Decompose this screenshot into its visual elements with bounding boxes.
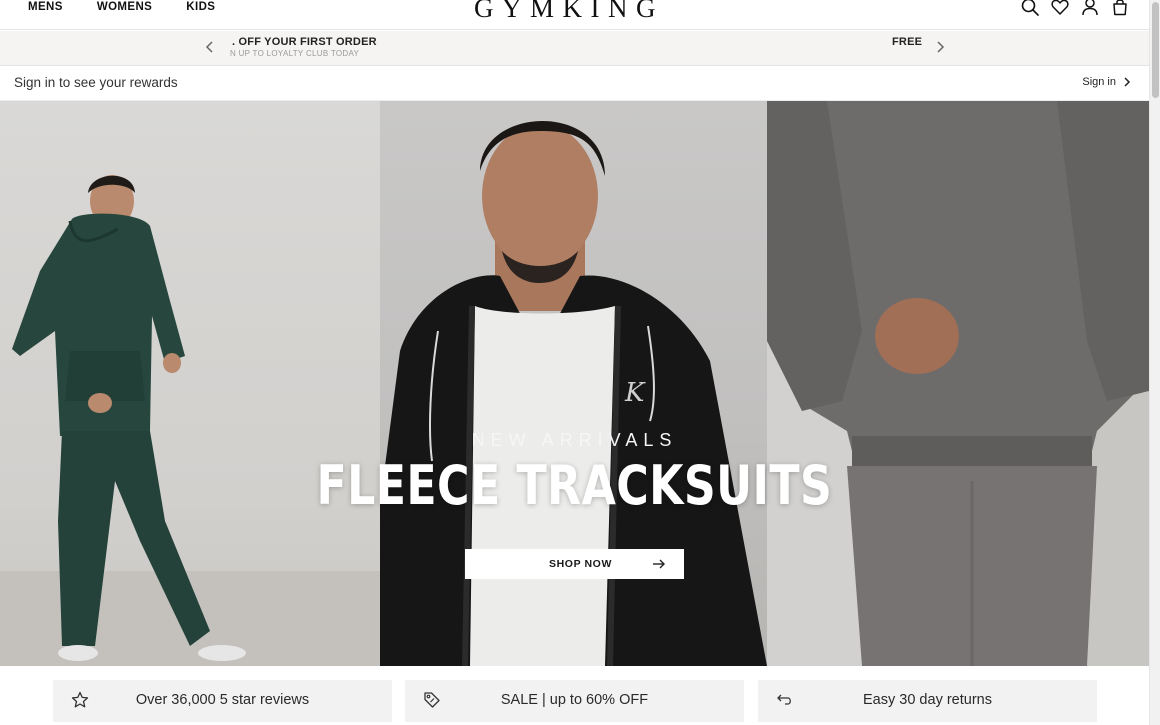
rewards-message: Sign in to see your rewards xyxy=(14,75,178,90)
usp-reviews[interactable]: Over 36,000 5 star reviews xyxy=(53,680,392,722)
promo-bar: . OFF YOUR FIRST ORDER N UP TO LOYALTY C… xyxy=(0,31,1149,66)
svg-text:K: K xyxy=(624,378,646,408)
usp-returns-text: Easy 30 day returns xyxy=(863,692,992,708)
hero-eyebrow: NEW ARRIVALS xyxy=(471,430,678,450)
bag-icon[interactable] xyxy=(1111,0,1129,17)
sign-in-link[interactable]: Sign in xyxy=(1082,76,1131,88)
usp-sale[interactable]: SALE | up to 60% OFF xyxy=(405,680,744,722)
chevron-right-icon[interactable] xyxy=(934,39,946,55)
shop-now-label: SHOP NOW xyxy=(549,558,612,570)
arrow-right-icon xyxy=(653,559,665,569)
hero-image-black-hoodie: K xyxy=(380,101,767,666)
search-icon[interactable] xyxy=(1021,0,1039,17)
chevron-right-icon xyxy=(1124,77,1131,87)
header-actions xyxy=(1021,0,1129,17)
chevron-left-icon[interactable] xyxy=(204,39,216,55)
usp-sale-text: SALE | up to 60% OFF xyxy=(500,692,649,708)
usp-bar: Over 36,000 5 star reviews SALE | up to … xyxy=(0,666,1149,725)
promo-next-headline[interactable]: FREE xyxy=(892,36,922,48)
nav-link-mens[interactable]: MENS xyxy=(28,0,63,14)
page-scrollbar[interactable] xyxy=(1149,0,1160,725)
hero-title: FLEECE TRACKSUITS xyxy=(316,454,833,517)
nav-link-kids[interactable]: KIDS xyxy=(186,0,215,14)
usp-returns[interactable]: Easy 30 day returns xyxy=(758,680,1097,722)
hero-image-green-tracksuit xyxy=(0,101,380,666)
shop-now-button[interactable]: SHOP NOW xyxy=(465,549,684,579)
promo-subline: N UP TO LOYALTY CLUB TODAY xyxy=(230,49,360,58)
hero-banner[interactable]: K NEW ARRIVALS FLEECE TRACKSUITS SHOP NO… xyxy=(0,101,1149,666)
usp-reviews-text: Over 36,000 5 star reviews xyxy=(135,692,310,708)
scrollbar-thumb[interactable] xyxy=(1152,2,1159,98)
sign-in-label: Sign in xyxy=(1082,76,1116,88)
rewards-bar: Sign in to see your rewards Sign in xyxy=(0,66,1149,101)
top-navigation: MENS WOMENS KIDS GYMKING xyxy=(0,0,1149,30)
category-nav: MENS WOMENS KIDS xyxy=(28,0,215,14)
nav-link-womens[interactable]: WOMENS xyxy=(97,0,152,14)
hero-image-grey-sweatshirt xyxy=(767,101,1149,666)
heart-icon[interactable] xyxy=(1051,0,1069,17)
brand-logo[interactable]: GYMKING xyxy=(474,0,664,24)
promo-headline[interactable]: . OFF YOUR FIRST ORDER xyxy=(232,36,377,48)
account-icon[interactable] xyxy=(1081,0,1099,17)
